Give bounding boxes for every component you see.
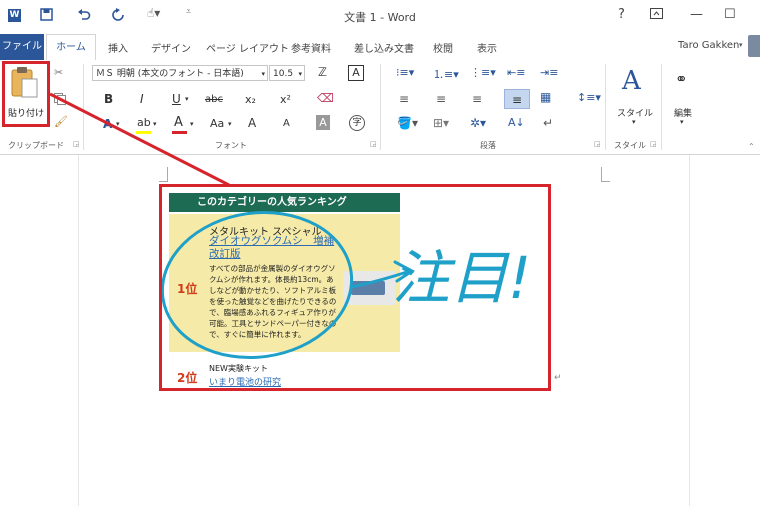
callout-line [49,92,230,187]
